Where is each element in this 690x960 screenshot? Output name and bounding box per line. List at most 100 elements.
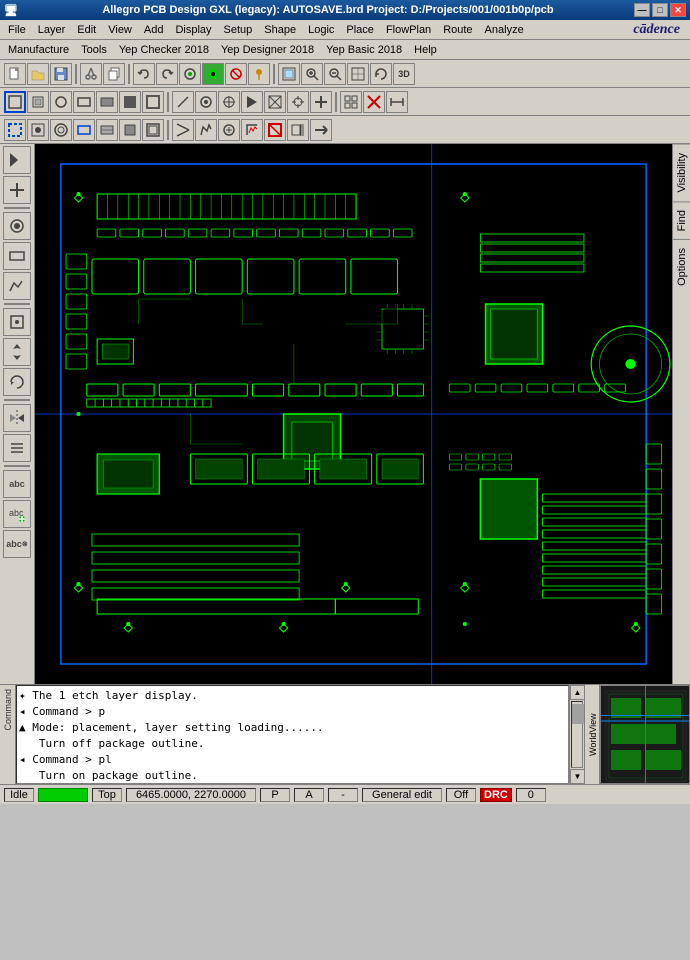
maximize-button[interactable]: □ <box>652 3 668 17</box>
scroll-down[interactable]: ▼ <box>570 769 585 784</box>
menu-yep-designer[interactable]: Yep Designer 2018 <box>215 42 320 58</box>
tb3-btn11[interactable] <box>218 119 240 141</box>
menu-add[interactable]: Add <box>138 22 170 38</box>
lt-arrow[interactable] <box>3 146 31 174</box>
tb2-circle[interactable] <box>50 91 72 113</box>
menu-file[interactable]: File <box>2 22 32 38</box>
lt-move[interactable] <box>3 338 31 366</box>
menu-tools[interactable]: Tools <box>75 42 113 58</box>
tb3-btn3[interactable] <box>50 119 72 141</box>
tb3-btn4[interactable] <box>73 119 95 141</box>
tb-undo[interactable] <box>133 63 155 85</box>
tb2-play[interactable] <box>241 91 263 113</box>
pcb-canvas-area[interactable] <box>35 144 672 684</box>
menu-shape[interactable]: Shape <box>258 22 302 38</box>
status-p[interactable]: P <box>260 788 290 802</box>
tb-3d[interactable]: 3D <box>393 63 415 85</box>
menu-setup[interactable]: Setup <box>218 22 259 38</box>
console-area[interactable]: ✦ The 1 etch layer display. ◂ Command > … <box>16 685 569 784</box>
menu-flowplan[interactable]: FlowPlan <box>380 22 437 38</box>
minimap[interactable] <box>600 685 690 784</box>
menu-yep-basic[interactable]: Yep Basic 2018 <box>320 42 408 58</box>
tb3-btn6[interactable] <box>119 119 141 141</box>
close-button[interactable]: ✕ <box>670 3 686 17</box>
lt-text2[interactable]: abc⊗ <box>3 530 31 558</box>
tb2-via[interactable] <box>195 91 217 113</box>
lt-spread[interactable] <box>3 434 31 462</box>
console-line-1: ✦ The 1 etch layer display. <box>19 688 566 704</box>
minimize-button[interactable]: — <box>634 3 650 17</box>
tb3-btn7[interactable] <box>142 119 164 141</box>
tb-rotate[interactable] <box>370 63 392 85</box>
lt-route[interactable] <box>3 272 31 300</box>
tb-zoom-fit[interactable] <box>278 63 300 85</box>
tb3-btn14[interactable] <box>287 119 309 141</box>
tb3-btn9[interactable] <box>172 119 194 141</box>
menu-display[interactable]: Display <box>169 22 217 38</box>
tb2-hollow[interactable] <box>142 91 164 113</box>
lt-via[interactable] <box>3 212 31 240</box>
menu-logic[interactable]: Logic <box>302 22 340 38</box>
tb2-dimension[interactable] <box>386 91 408 113</box>
tb-zoom-in[interactable] <box>301 63 323 85</box>
tb2-solid[interactable] <box>119 91 141 113</box>
tab-visibility[interactable]: Visibility <box>673 144 690 201</box>
tb-dehighlight[interactable] <box>225 63 247 85</box>
toolbar-primary: 3D <box>0 60 690 88</box>
tab-options[interactable]: Options <box>673 239 690 294</box>
tb2-crosshair[interactable] <box>287 91 309 113</box>
left-toolbar: abc abc abc⊗ <box>0 144 35 684</box>
tb2-plus[interactable] <box>310 91 332 113</box>
console-line-6: Turn on package outline. <box>19 768 566 784</box>
menu-place[interactable]: Place <box>340 22 380 38</box>
tb-zoom-world[interactable] <box>347 63 369 85</box>
tb2-select[interactable] <box>4 91 26 113</box>
tb-refresh[interactable] <box>179 63 201 85</box>
menu-view[interactable]: View <box>102 22 138 38</box>
lt-place[interactable] <box>3 308 31 336</box>
tb-zoom-out[interactable] <box>324 63 346 85</box>
scroll-track[interactable] <box>571 701 583 768</box>
lt-text[interactable]: abc <box>3 470 31 498</box>
status-dash: - <box>328 788 358 802</box>
tb3-btn2[interactable] <box>27 119 49 141</box>
menu-layer[interactable]: Layer <box>32 22 72 38</box>
tb2-rect2[interactable] <box>73 91 95 113</box>
lt-add-text[interactable]: abc <box>3 500 31 528</box>
tb2-area[interactable] <box>27 91 49 113</box>
tb3-select2[interactable] <box>4 119 26 141</box>
scroll-up[interactable]: ▲ <box>570 685 585 700</box>
menubar-primary: File Layer Edit View Add Display Setup S… <box>0 20 690 40</box>
tab-find[interactable]: Find <box>673 201 690 239</box>
menu-manufacture[interactable]: Manufacture <box>2 42 75 58</box>
tb3-btn12[interactable] <box>241 119 263 141</box>
menu-help[interactable]: Help <box>408 42 443 58</box>
tb2-target[interactable] <box>218 91 240 113</box>
tb2-delete[interactable] <box>363 91 385 113</box>
tb3-btn10[interactable] <box>195 119 217 141</box>
menu-route[interactable]: Route <box>437 22 478 38</box>
tb-open[interactable] <box>27 63 49 85</box>
menu-yep-checker[interactable]: Yep Checker 2018 <box>113 42 215 58</box>
tb-copy[interactable] <box>103 63 125 85</box>
tb-save[interactable] <box>50 63 72 85</box>
tb3-btn13[interactable] <box>264 119 286 141</box>
tb3-btn5[interactable] <box>96 119 118 141</box>
tb-redo[interactable] <box>156 63 178 85</box>
tb3-btn15[interactable] <box>310 119 332 141</box>
lt-pad[interactable] <box>3 242 31 270</box>
tb2-line[interactable] <box>172 91 194 113</box>
tb-cut[interactable] <box>80 63 102 85</box>
menu-analyze[interactable]: Analyze <box>479 22 530 38</box>
tb-new[interactable] <box>4 63 26 85</box>
lt-plus[interactable] <box>3 176 31 204</box>
tb-pin[interactable] <box>248 63 270 85</box>
tb2-cross[interactable] <box>264 91 286 113</box>
menu-edit[interactable]: Edit <box>71 22 102 38</box>
tb-highlight[interactable] <box>202 63 224 85</box>
tb2-grid[interactable] <box>340 91 362 113</box>
tb2-rect3[interactable] <box>96 91 118 113</box>
status-a[interactable]: A <box>294 788 324 802</box>
lt-mirror[interactable] <box>3 404 31 432</box>
lt-rotate-2[interactable] <box>3 368 31 396</box>
